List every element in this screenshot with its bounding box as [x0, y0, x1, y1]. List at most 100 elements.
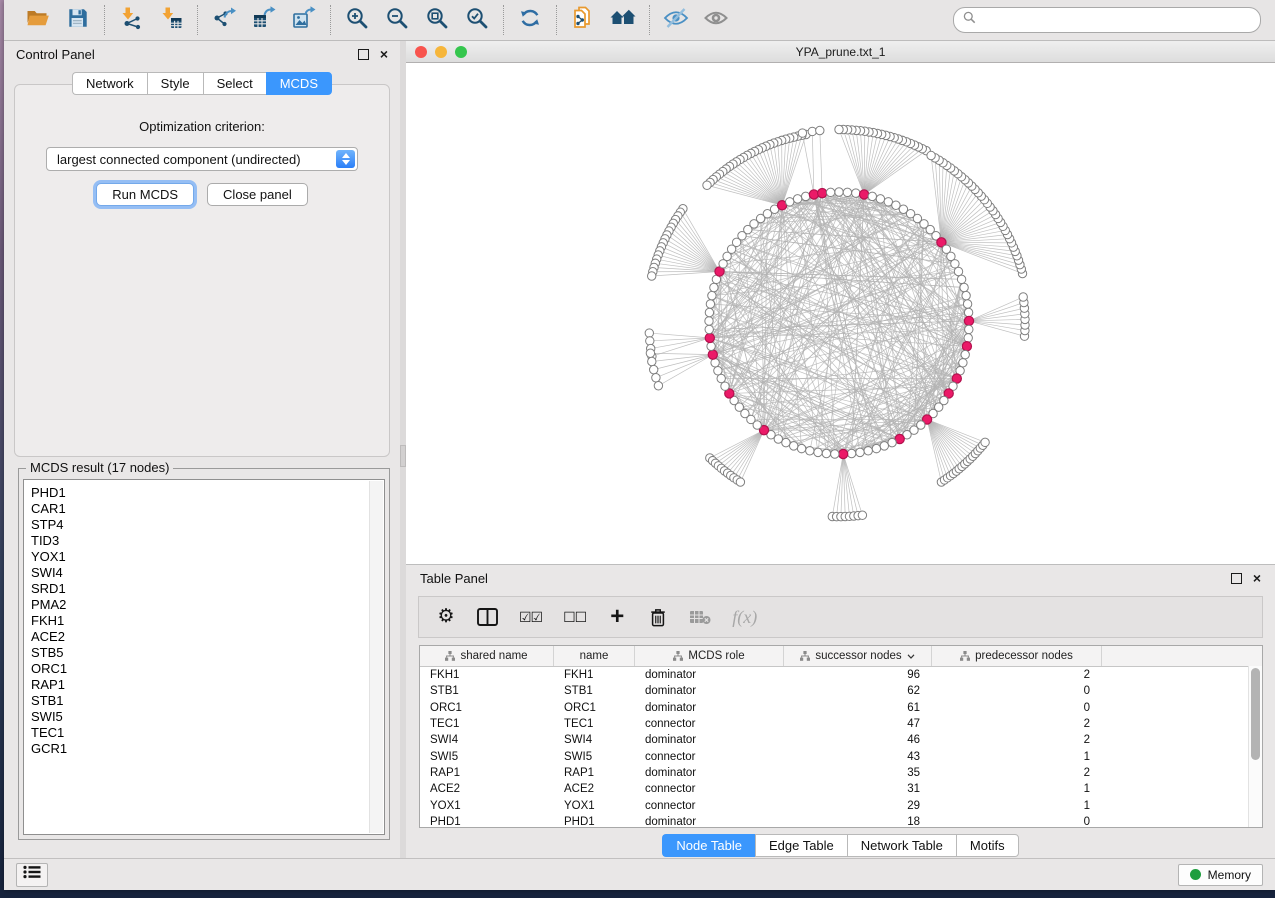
network-window-titlebar[interactable]: YPA_prune.txt_1 — [406, 41, 1275, 63]
result-list-scrollbar[interactable] — [369, 481, 383, 833]
mcds-result-list[interactable]: PHD1CAR1STP4TID3YOX1SWI4SRD1PMA2FKH1ACE2… — [23, 479, 385, 835]
tab-edge-table[interactable]: Edge Table — [755, 834, 847, 857]
export-image-button[interactable] — [291, 7, 317, 33]
table-row[interactable]: FKH1FKH1dominator962 — [420, 667, 1262, 683]
network-node[interactable] — [714, 367, 722, 375]
network-node[interactable] — [880, 442, 888, 450]
table-settings-button[interactable]: ⚙ — [436, 605, 456, 629]
network-node[interactable] — [1019, 293, 1027, 301]
column-header-successor-nodes[interactable]: successor nodes — [784, 646, 932, 666]
zoom-fit-button[interactable] — [424, 7, 450, 33]
open-session-button[interactable] — [25, 7, 51, 33]
tab-motifs[interactable]: Motifs — [956, 834, 1019, 857]
tab-node-table[interactable]: Node Table — [662, 834, 755, 857]
network-node[interactable] — [705, 317, 713, 325]
list-item[interactable]: SRD1 — [31, 581, 384, 597]
network-node[interactable] — [954, 267, 962, 275]
list-item[interactable]: SWI4 — [31, 565, 384, 581]
network-node[interactable] — [650, 365, 658, 373]
network-node[interactable] — [798, 129, 806, 137]
network-node[interactable] — [965, 325, 973, 333]
network-node[interactable] — [782, 438, 790, 446]
search-input[interactable] — [981, 12, 1251, 28]
network-node[interactable] — [981, 438, 989, 446]
close-panel-button[interactable]: Close panel — [207, 183, 308, 206]
network-view-canvas[interactable] — [406, 63, 1275, 564]
dominator-node[interactable] — [818, 189, 827, 198]
network-node[interactable] — [858, 511, 866, 519]
list-item[interactable]: STB5 — [31, 645, 384, 661]
dominator-node[interactable] — [705, 333, 714, 342]
network-node[interactable] — [835, 125, 843, 133]
dominator-node[interactable] — [962, 342, 971, 351]
table-scrollbar[interactable] — [1248, 666, 1262, 827]
tab-mcds[interactable]: MCDS — [266, 72, 332, 95]
close-table-panel-icon[interactable]: × — [1253, 573, 1261, 583]
run-mcds-button[interactable]: Run MCDS — [96, 183, 194, 206]
list-item[interactable]: TID3 — [31, 533, 384, 549]
table-row[interactable]: STB1STB1dominator620 — [420, 683, 1262, 699]
delete-column-button[interactable] — [648, 605, 668, 629]
list-item[interactable]: TEC1 — [31, 725, 384, 741]
list-item[interactable]: PHD1 — [31, 485, 384, 501]
list-item[interactable]: SWI5 — [31, 709, 384, 725]
show-panels-button[interactable] — [703, 7, 729, 33]
export-network-button[interactable] — [211, 7, 237, 33]
table-row[interactable]: TEC1TEC1connector472 — [420, 716, 1262, 732]
list-item[interactable]: ACE2 — [31, 629, 384, 645]
list-item[interactable]: FKH1 — [31, 613, 384, 629]
network-node[interactable] — [703, 181, 711, 189]
list-item[interactable]: STP4 — [31, 517, 384, 533]
export-table-button[interactable] — [251, 7, 277, 33]
network-node[interactable] — [814, 448, 822, 456]
panel-splitter-handle[interactable] — [400, 445, 406, 467]
network-node[interactable] — [835, 188, 843, 196]
table-scrollbar-thumb[interactable] — [1251, 668, 1260, 760]
tab-network-table[interactable]: Network Table — [847, 834, 956, 857]
dominator-node[interactable] — [964, 316, 973, 325]
import-network-button[interactable] — [118, 7, 144, 33]
network-node[interactable] — [872, 444, 880, 452]
deselect-all-button[interactable]: ☐☐ — [563, 605, 586, 629]
network-node[interactable] — [822, 449, 830, 457]
network-node[interactable] — [646, 337, 654, 345]
list-item[interactable]: GCR1 — [31, 741, 384, 757]
network-node[interactable] — [951, 260, 959, 268]
dominator-node[interactable] — [708, 350, 717, 359]
list-item[interactable]: PMA2 — [31, 597, 384, 613]
dominator-node[interactable] — [860, 190, 869, 199]
search-field[interactable] — [953, 7, 1261, 33]
network-node[interactable] — [816, 126, 824, 134]
add-column-button[interactable]: + — [607, 605, 627, 629]
window-minimize-traffic-light[interactable] — [435, 46, 447, 58]
select-all-button[interactable]: ☑☑ — [519, 605, 542, 629]
network-node[interactable] — [847, 449, 855, 457]
network-node[interactable] — [645, 329, 653, 337]
list-item[interactable]: STB1 — [31, 693, 384, 709]
show-panel-menu-button[interactable] — [16, 863, 48, 887]
list-item[interactable]: YOX1 — [31, 549, 384, 565]
clone-network-button[interactable] — [570, 7, 596, 33]
network-node[interactable] — [868, 192, 876, 200]
network-node[interactable] — [717, 374, 725, 382]
table-row[interactable]: ORC1ORC1dominator610 — [420, 700, 1262, 716]
float-table-panel-icon[interactable] — [1231, 573, 1242, 584]
network-node[interactable] — [888, 438, 896, 446]
network-node[interactable] — [964, 334, 972, 342]
network-node[interactable] — [843, 188, 851, 196]
list-item[interactable]: CAR1 — [31, 501, 384, 517]
network-node[interactable] — [654, 382, 662, 390]
table-row[interactable]: RAP1RAP1dominator352 — [420, 765, 1262, 781]
zoom-out-button[interactable] — [384, 7, 410, 33]
table-row[interactable]: SWI5SWI5connector431 — [420, 748, 1262, 764]
network-node[interactable] — [648, 357, 656, 365]
dominator-node[interactable] — [839, 449, 848, 458]
network-node[interactable] — [707, 342, 715, 350]
network-node[interactable] — [648, 272, 656, 280]
float-panel-icon[interactable] — [358, 49, 369, 60]
network-node[interactable] — [964, 308, 972, 316]
network-overview-button[interactable] — [610, 7, 636, 33]
table-row[interactable]: YOX1YOX1connector291 — [420, 797, 1262, 813]
network-node[interactable] — [705, 325, 713, 333]
zoom-in-button[interactable] — [344, 7, 370, 33]
